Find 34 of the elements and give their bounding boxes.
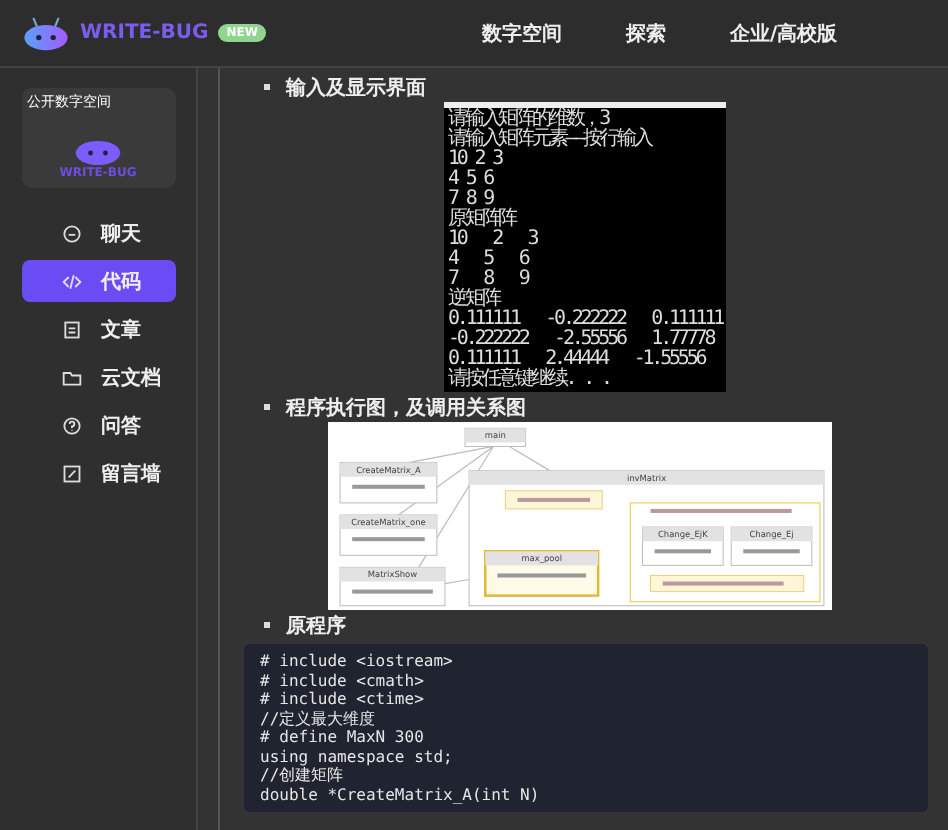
console-line: 10 2 3 (448, 150, 505, 170)
console-line: 逆矩阵 (448, 290, 500, 310)
code-line: # define MaxN 300 (260, 728, 426, 747)
console-line: 0.111111 -0.222222 0.111111 (448, 310, 723, 330)
code-line: double *CreateMatrix_A(int N) (260, 785, 542, 804)
console-line: 7 8 9 (448, 270, 531, 290)
nav-link[interactable]: 探索 (626, 19, 666, 47)
sidebar-item[interactable]: 代码 (21, 260, 175, 302)
section-heading: 原程序 (286, 612, 346, 639)
console-line: 原矩阵阵 (448, 210, 519, 230)
console-line: 4 5 6 (448, 170, 496, 190)
sidebar-item[interactable]: 聊天 (21, 212, 175, 254)
section-heading: 输入及显示界面 (286, 75, 426, 101)
console-line: 请按任意键继续. . . (448, 370, 612, 390)
console-line: 请输入矩阵元素——按行输入 (448, 130, 654, 150)
sidebar-item[interactable]: 云文档 (21, 356, 175, 398)
console-line: 请输入矩阵的维数，3 (448, 110, 610, 130)
sidebar-item[interactable]: 文章 (21, 308, 175, 350)
console-line: 7 8 9 (448, 190, 494, 210)
code-line: # include <cmath> (260, 671, 426, 690)
code-line: # include <iostream> (260, 652, 455, 671)
nav-link[interactable]: 数字空间 (482, 19, 562, 47)
code-line: # include <ctime> (260, 690, 426, 709)
sidebar-item[interactable]: 留言墙 (21, 452, 175, 494)
section-heading: 程序执行图，及调用关系图 (286, 394, 526, 421)
code-line: using namespace std; (260, 747, 455, 766)
code-line: //定义最大维度 (260, 709, 378, 728)
console-line: 10 2 3 (448, 230, 540, 250)
console-line: -0.222222 -2.55556 1.77778 (448, 330, 717, 350)
nav-link[interactable]: 企业/高校版 (730, 19, 838, 47)
code-line: //创建矩阵 (260, 766, 346, 785)
console-line: 4 5 6 (448, 250, 531, 270)
console-line: 0.111111 2.44444 -1.55556 (448, 350, 708, 370)
sidebar-item[interactable]: 问答 (21, 404, 175, 446)
